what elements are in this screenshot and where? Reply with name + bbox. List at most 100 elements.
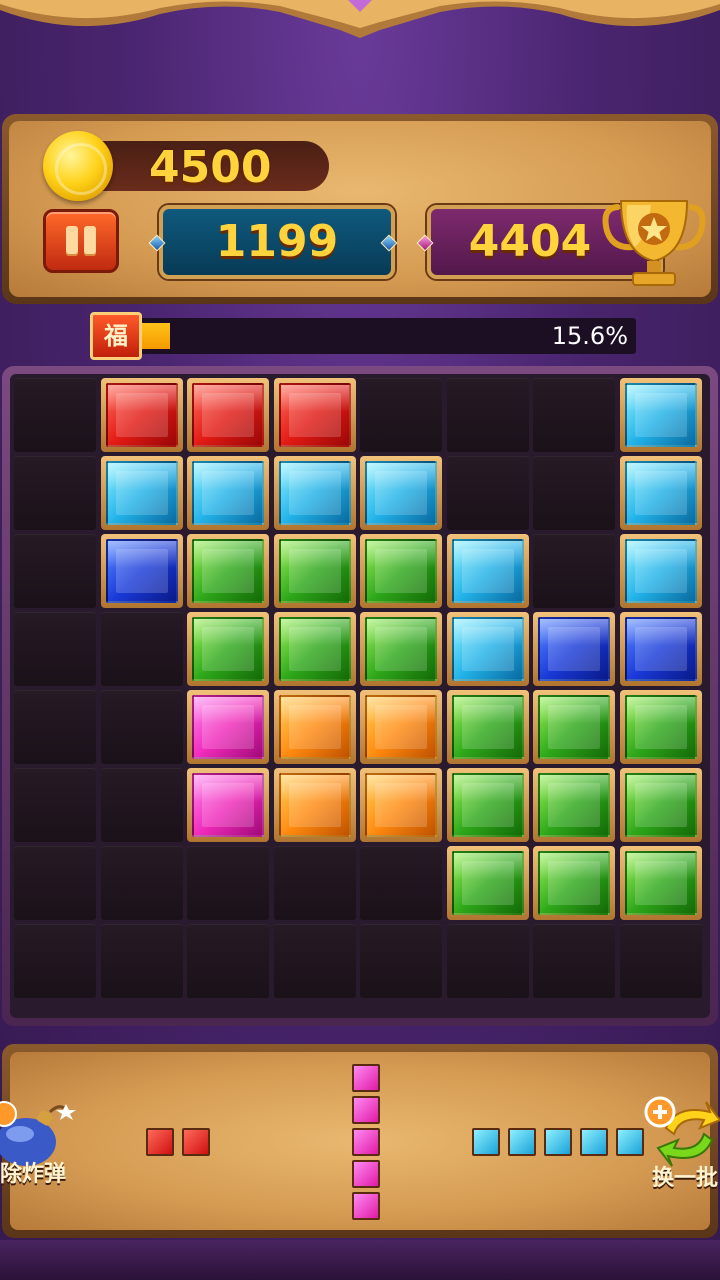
progress-fill bbox=[138, 323, 170, 349]
gem-face bbox=[538, 851, 610, 915]
green-gem-block bbox=[619, 846, 702, 920]
gem-face bbox=[192, 617, 264, 681]
cyan-gem-block bbox=[619, 456, 702, 530]
empty-cell[interactable] bbox=[533, 534, 615, 608]
empty-cell[interactable] bbox=[100, 612, 183, 686]
green-gem-block bbox=[619, 768, 702, 842]
gem-face bbox=[624, 383, 697, 447]
gem-face bbox=[451, 773, 524, 837]
gem-face bbox=[278, 773, 351, 837]
gem-face bbox=[192, 461, 264, 525]
gem-face bbox=[192, 383, 264, 447]
empty-cell[interactable] bbox=[187, 846, 269, 920]
cyan-gem-block bbox=[360, 456, 442, 530]
gem-face bbox=[451, 539, 524, 603]
empty-cell[interactable] bbox=[360, 378, 442, 452]
empty-cell[interactable] bbox=[619, 924, 702, 998]
gem-face bbox=[278, 617, 351, 681]
swap-label: 换一批 bbox=[652, 1166, 719, 1191]
piece-block bbox=[352, 1064, 380, 1092]
coin-icon bbox=[43, 131, 113, 201]
empty-cell[interactable] bbox=[187, 924, 269, 998]
green-gem-block bbox=[533, 846, 615, 920]
empty-cell[interactable] bbox=[14, 456, 96, 530]
cyan-gem-block bbox=[273, 456, 356, 530]
gem-face bbox=[624, 539, 697, 603]
cyan-gem-block bbox=[100, 456, 183, 530]
gem-face bbox=[624, 695, 697, 759]
red-gem-block bbox=[187, 378, 269, 452]
piece-block bbox=[352, 1128, 380, 1156]
pause-button[interactable] bbox=[43, 209, 119, 273]
progress-bar: 15.6% bbox=[108, 318, 636, 354]
cyan-gem-block bbox=[446, 534, 529, 608]
gem-face bbox=[278, 695, 351, 759]
empty-cell[interactable] bbox=[360, 846, 442, 920]
empty-cell[interactable] bbox=[533, 456, 615, 530]
empty-cell[interactable] bbox=[446, 456, 529, 530]
current-score: 1199 bbox=[215, 216, 339, 267]
empty-cell[interactable] bbox=[100, 846, 183, 920]
gem-face bbox=[624, 851, 697, 915]
empty-cell[interactable] bbox=[14, 846, 96, 920]
gem-face bbox=[105, 383, 178, 447]
empty-cell[interactable] bbox=[533, 924, 615, 998]
green-gem-block bbox=[533, 690, 615, 764]
red-gem-block bbox=[273, 378, 356, 452]
gem-face bbox=[365, 461, 437, 525]
piece-block bbox=[352, 1160, 380, 1188]
green-gem-block bbox=[533, 768, 615, 842]
top-ornament bbox=[0, 0, 720, 38]
orange-gem-block bbox=[273, 690, 356, 764]
empty-cell[interactable] bbox=[446, 378, 529, 452]
gem-face bbox=[192, 539, 264, 603]
blue-gem-block bbox=[619, 612, 702, 686]
game-board bbox=[2, 366, 718, 1026]
piece-block bbox=[146, 1128, 174, 1156]
piece-tray-inner bbox=[10, 1052, 710, 1230]
gem-face bbox=[192, 773, 264, 837]
green-gem-block bbox=[446, 690, 529, 764]
pause-icon bbox=[66, 226, 78, 256]
empty-cell[interactable] bbox=[14, 612, 96, 686]
green-gem-block bbox=[187, 534, 269, 608]
bomb-label: 除炸弹 bbox=[0, 1162, 67, 1187]
gem-face bbox=[192, 695, 264, 759]
cyan-gem-block bbox=[187, 456, 269, 530]
bottom-nav-bar bbox=[0, 1240, 720, 1280]
piece-block bbox=[508, 1128, 536, 1156]
empty-cell[interactable] bbox=[360, 924, 442, 998]
empty-cell[interactable] bbox=[100, 690, 183, 764]
empty-cell[interactable] bbox=[446, 924, 529, 998]
empty-cell[interactable] bbox=[533, 378, 615, 452]
empty-cell[interactable] bbox=[14, 534, 96, 608]
pause-icon bbox=[84, 226, 96, 256]
pink-gem-block bbox=[187, 690, 269, 764]
gem-face bbox=[105, 461, 178, 525]
score-panel: 4500 1199 4404 bbox=[2, 114, 718, 304]
green-gem-block bbox=[446, 768, 529, 842]
current-score-box: 1199 bbox=[159, 205, 395, 279]
piece-block bbox=[544, 1128, 572, 1156]
empty-cell[interactable] bbox=[100, 924, 183, 998]
empty-cell[interactable] bbox=[273, 846, 356, 920]
empty-cell[interactable] bbox=[273, 924, 356, 998]
orange-gem-block bbox=[273, 768, 356, 842]
gem-face bbox=[624, 617, 697, 681]
gem-face bbox=[278, 383, 351, 447]
empty-cell[interactable] bbox=[100, 768, 183, 842]
cyan-gem-block bbox=[446, 612, 529, 686]
empty-cell[interactable] bbox=[14, 924, 96, 998]
coin-count: 4500 bbox=[149, 142, 272, 193]
green-gem-block bbox=[446, 846, 529, 920]
red-gem-block bbox=[100, 378, 183, 452]
empty-cell[interactable] bbox=[14, 690, 96, 764]
empty-cell[interactable] bbox=[14, 768, 96, 842]
gem-face bbox=[365, 539, 437, 603]
piece-block bbox=[472, 1128, 500, 1156]
gem-face bbox=[538, 695, 610, 759]
empty-cell[interactable] bbox=[14, 378, 96, 452]
green-gem-block bbox=[273, 612, 356, 686]
green-gem-block bbox=[273, 534, 356, 608]
fortune-badge: 福 bbox=[90, 312, 142, 360]
